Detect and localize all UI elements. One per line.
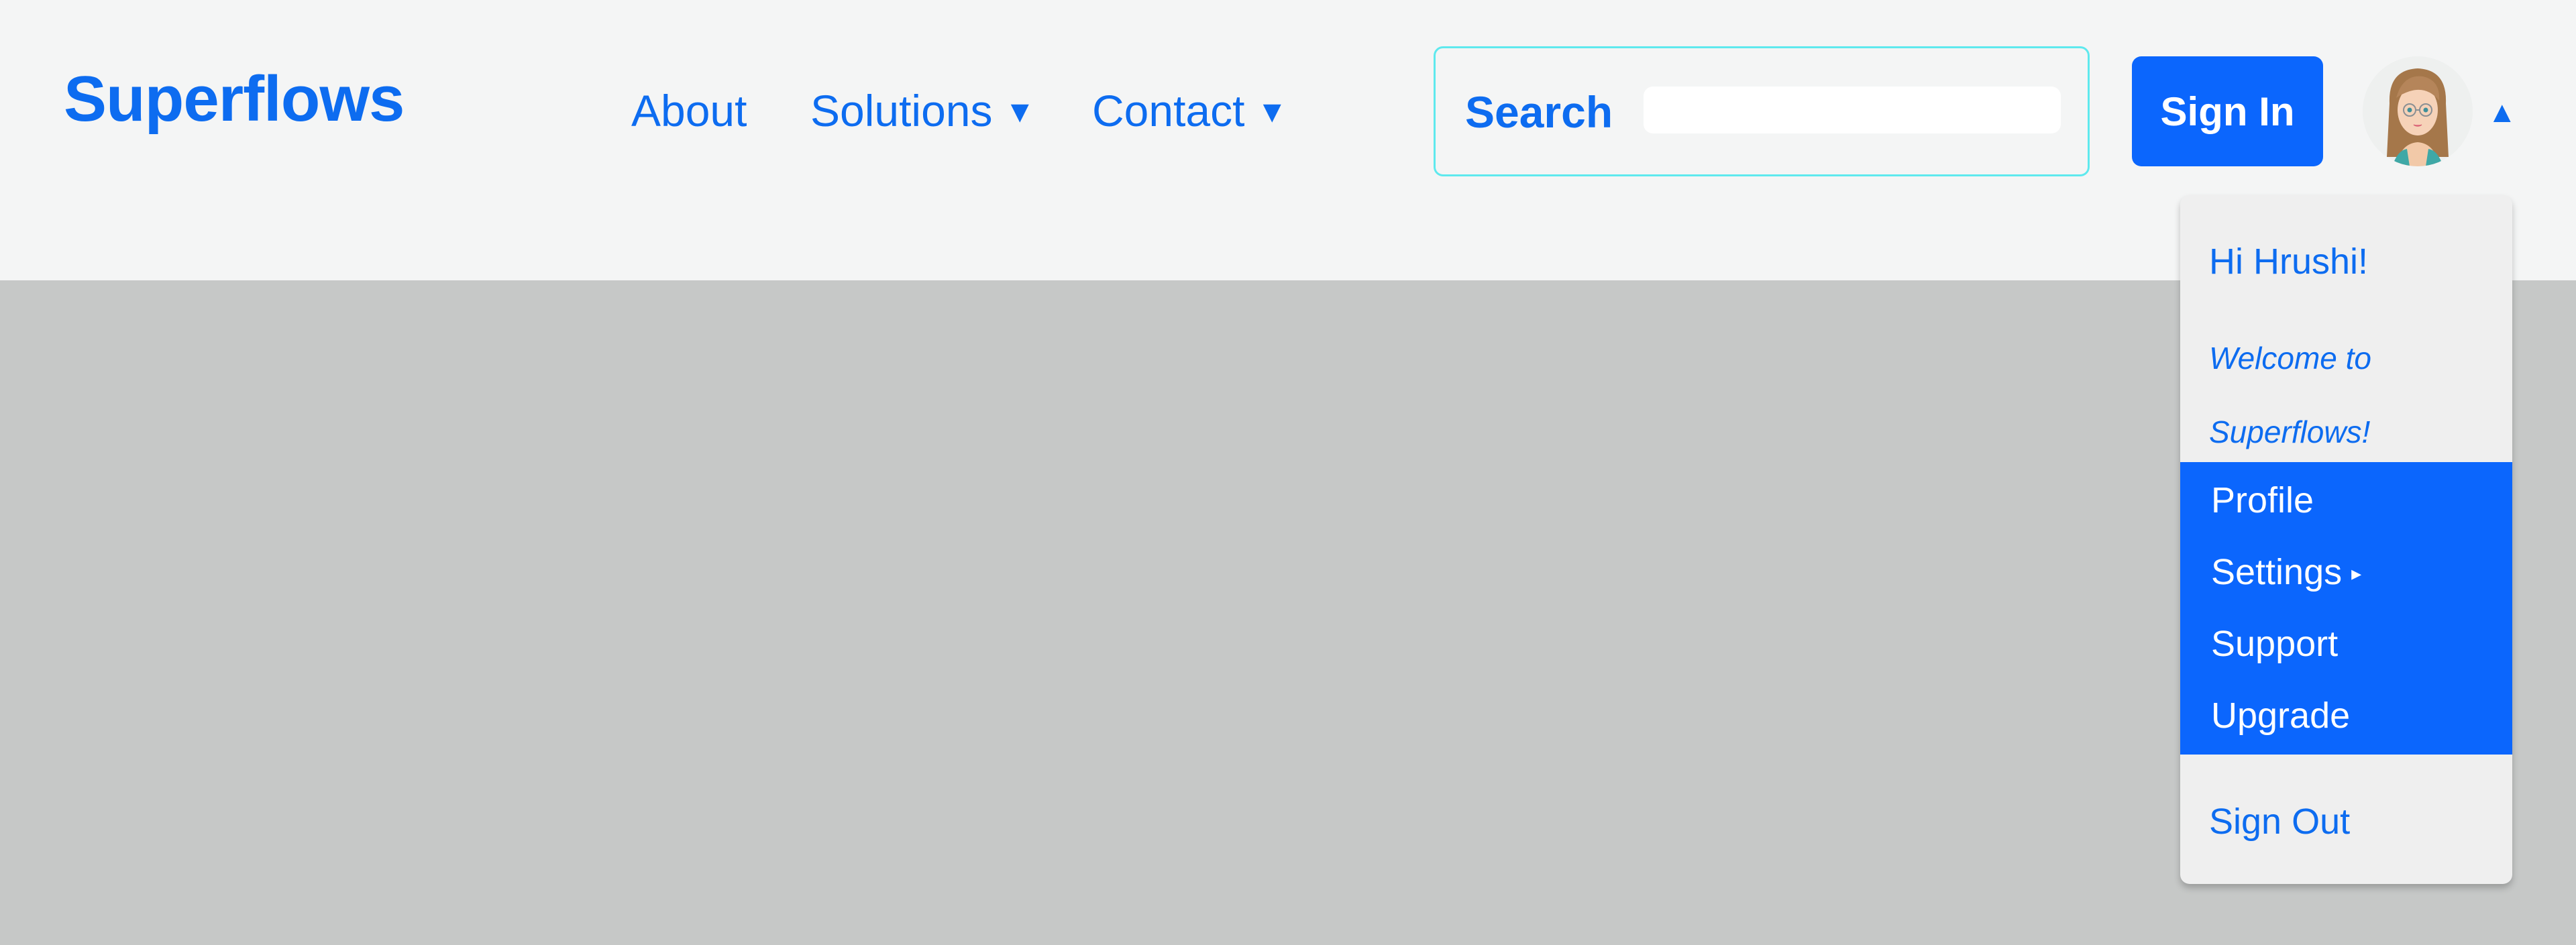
menu-item-support[interactable]: Support [2211, 626, 2338, 662]
menu-item-label: Upgrade [2211, 696, 2351, 736]
sign-out-label: Sign Out [2209, 801, 2351, 842]
menu-item-settings[interactable]: Settings ▸ [2211, 554, 2361, 590]
brand-logo[interactable]: Superflows [64, 67, 405, 131]
search-box: Search [1434, 46, 2090, 176]
nav-contact-label: Contact [1092, 86, 1245, 135]
nav-solutions-menu[interactable]: Solutions ▼ [810, 89, 1035, 133]
caret-down-icon: ▼ [1256, 94, 1287, 129]
sign-in-label: Sign In [2160, 89, 2295, 134]
nav-about-link[interactable]: About [631, 89, 747, 133]
menu-item-label: Support [2211, 624, 2339, 664]
nav-contact-menu[interactable]: Contact ▼ [1092, 89, 1287, 133]
sign-out-link[interactable]: Sign Out [2209, 803, 2350, 840]
user-avatar-icon[interactable] [2363, 56, 2473, 166]
user-dropdown-menu: Hi Hrushi! Welcome to Superflows! Profil… [2180, 195, 2512, 884]
search-label: Search [1465, 87, 1613, 137]
welcome-message: Welcome to Superflows! [2209, 341, 2372, 449]
chevron-right-icon: ▸ [2351, 563, 2362, 585]
sign-in-button[interactable]: Sign In [2132, 56, 2323, 166]
menu-item-profile[interactable]: Profile [2211, 482, 2314, 518]
menu-item-label: Profile [2211, 480, 2314, 520]
user-greeting: Hi Hrushi! [2209, 241, 2369, 282]
caret-down-icon: ▼ [1004, 94, 1036, 129]
caret-up-icon[interactable]: ▲ [2487, 98, 2517, 127]
menu-item-label: Settings [2211, 552, 2343, 592]
nav-about-label: About [631, 86, 747, 135]
nav-solutions-label: Solutions [810, 86, 993, 135]
user-menu-list: Profile Settings ▸ Support Upgrade [2180, 462, 2512, 755]
menu-item-upgrade[interactable]: Upgrade [2211, 698, 2350, 734]
search-input[interactable] [1644, 87, 2061, 133]
